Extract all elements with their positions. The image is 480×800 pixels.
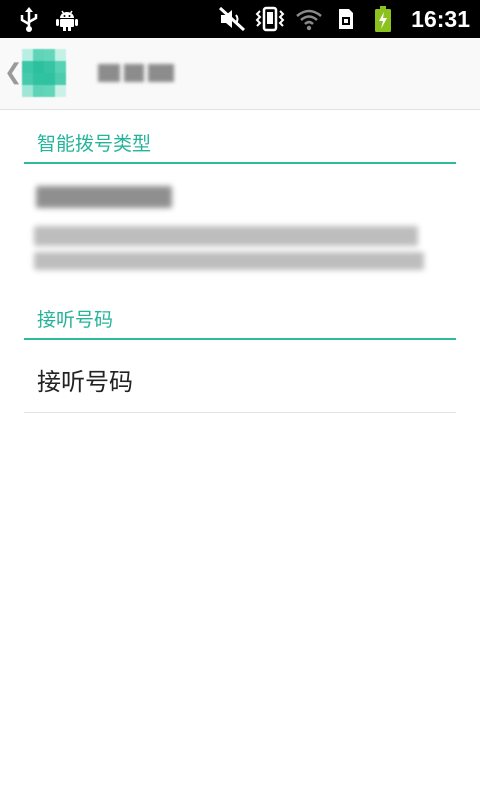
smart-dial-type-preference-redacted[interactable] bbox=[24, 164, 456, 288]
sim-card-icon bbox=[336, 0, 356, 38]
preference-summary-line-1-redacted bbox=[34, 226, 418, 246]
answer-number-preference[interactable]: 接听号码 bbox=[24, 340, 456, 413]
app-icon bbox=[22, 49, 66, 97]
preference-summary-line-2-redacted bbox=[34, 252, 424, 270]
section-header-answer-number: 接听号码 bbox=[24, 302, 456, 340]
vibrate-icon bbox=[254, 0, 286, 38]
action-bar: ❮ bbox=[0, 38, 480, 110]
up-navigation-button[interactable]: ❮ bbox=[0, 38, 190, 109]
wifi-icon bbox=[294, 0, 324, 38]
section-header-smart-dial-type: 智能拨号类型 bbox=[24, 126, 456, 164]
action-bar-title-redacted bbox=[98, 62, 178, 84]
status-bar: 16:31 bbox=[0, 0, 480, 38]
section-header-label: 接听号码 bbox=[37, 309, 114, 331]
section-header-label: 智能拨号类型 bbox=[37, 133, 152, 155]
usb-icon bbox=[18, 0, 40, 38]
chevron-left-icon: ❮ bbox=[4, 60, 23, 85]
preference-title-redacted bbox=[36, 186, 172, 208]
mute-icon bbox=[217, 0, 247, 38]
clock-time: 16:31 bbox=[411, 6, 470, 32]
battery-charging-icon bbox=[372, 0, 394, 38]
android-debug-icon bbox=[54, 0, 80, 38]
preference-title: 接听号码 bbox=[37, 368, 133, 396]
